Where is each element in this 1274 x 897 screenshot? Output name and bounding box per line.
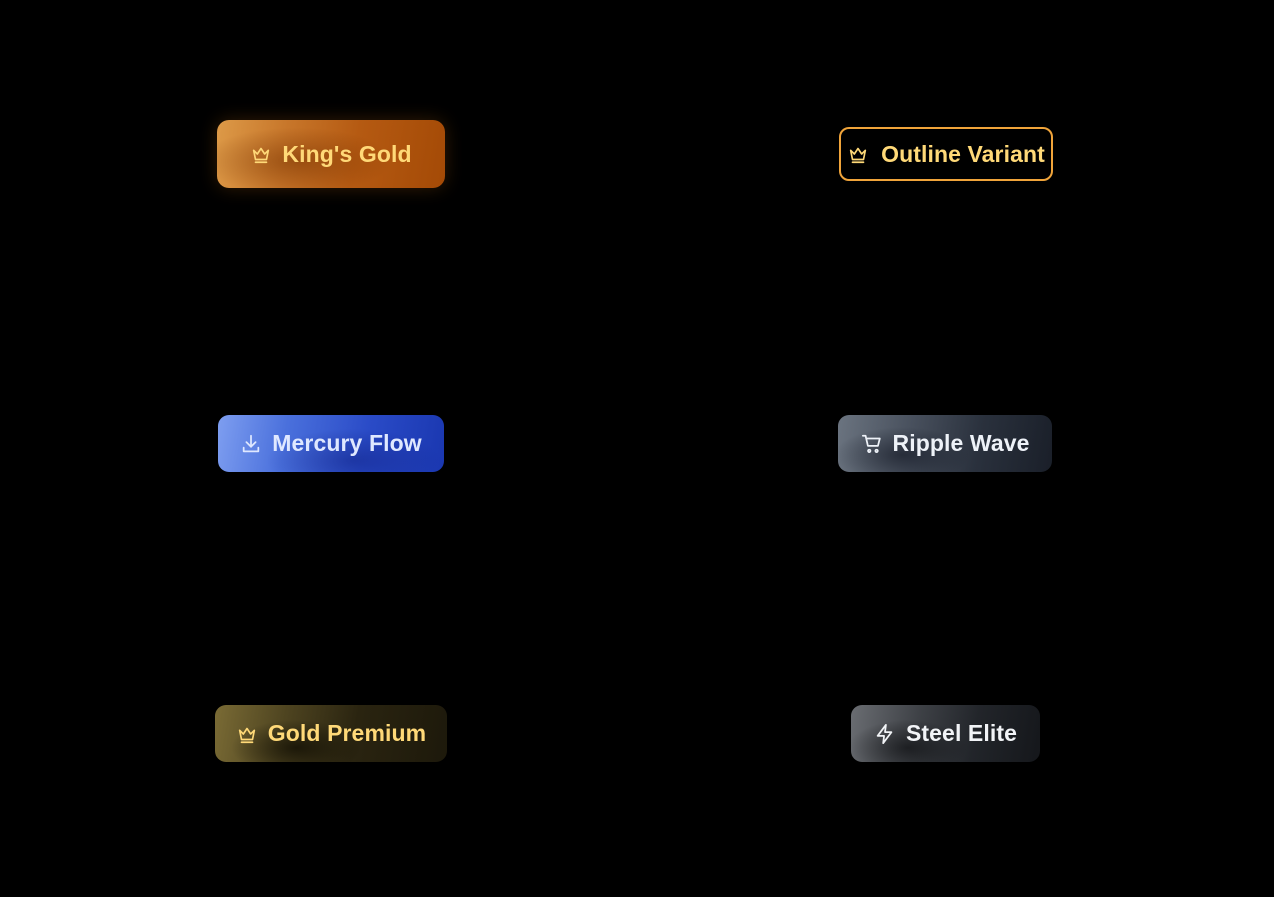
crown-icon <box>847 143 869 165</box>
crown-icon <box>236 723 258 745</box>
crown-icon <box>250 143 272 165</box>
shopping-cart-icon <box>861 433 883 455</box>
kings-gold-label: King's Gold <box>282 140 412 167</box>
outline-variant-label: Outline Variant <box>881 140 1045 167</box>
ripple-wave-label: Ripple Wave <box>892 430 1030 456</box>
gold-premium-button[interactable]: Gold Premium <box>215 705 447 762</box>
mercury-flow-label: Mercury Flow <box>272 430 422 456</box>
gold-premium-label: Gold Premium <box>267 720 427 746</box>
ripple-wave-button[interactable]: Ripple Wave <box>838 415 1052 472</box>
download-icon <box>240 433 262 455</box>
kings-gold-button[interactable]: King's Gold <box>217 120 445 188</box>
mercury-flow-button[interactable]: Mercury Flow <box>218 415 444 472</box>
outline-variant-button[interactable]: Outline Variant <box>839 127 1053 181</box>
steel-elite-button[interactable]: Steel Elite <box>851 705 1040 762</box>
button-showcase: King's Gold Outline Variant Mercury Flow <box>0 0 1274 897</box>
lightning-icon <box>874 723 896 745</box>
steel-elite-label: Steel Elite <box>905 720 1018 746</box>
